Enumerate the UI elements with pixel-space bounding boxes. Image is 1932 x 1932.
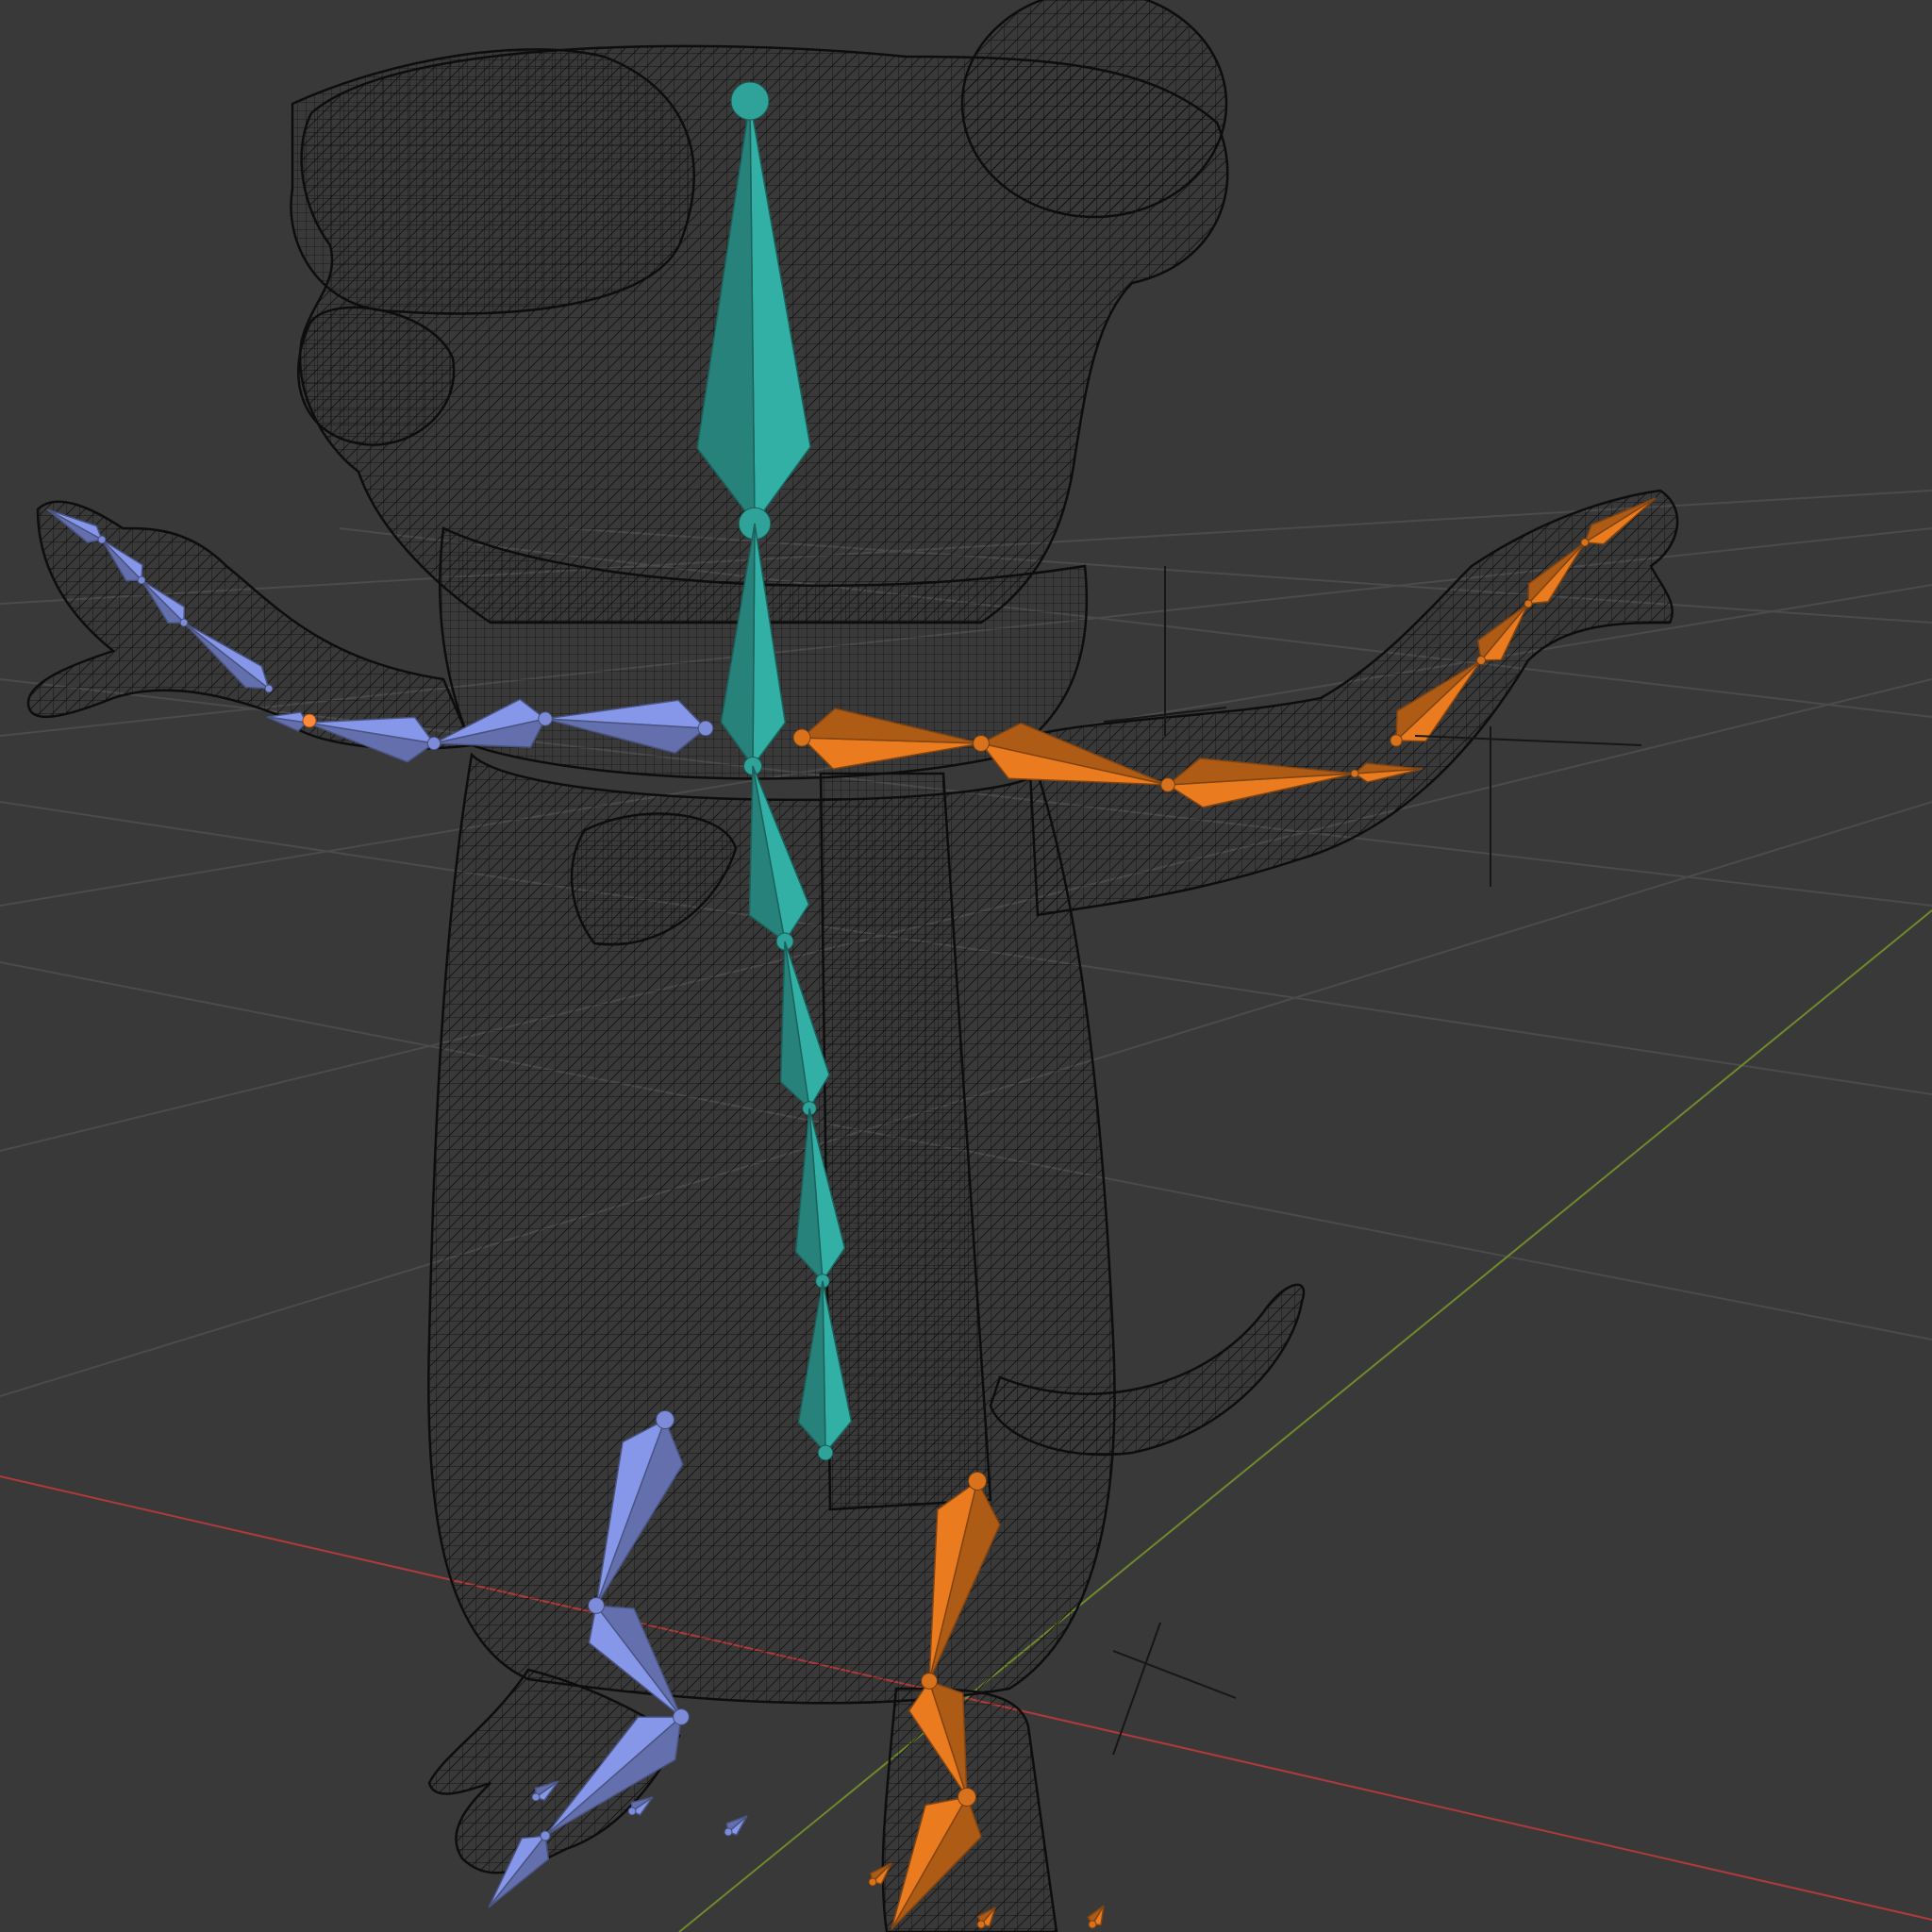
mesh-hat [290,48,695,315]
forearm-left-head-joint[interactable] [538,711,553,726]
shin-left-head-joint[interactable] [588,1597,605,1614]
finger-left-3-head-joint[interactable] [137,575,146,585]
upper-arm-right-head-joint[interactable] [792,728,811,747]
toe-right-c[interactable] [1087,1905,1105,1929]
mesh-right-arm [1026,489,1679,917]
toe-left-c-head-joint[interactable] [724,1827,733,1837]
spine-bone-6-head-joint[interactable] [817,1444,834,1461]
thigh-left-head-joint[interactable] [655,1409,675,1430]
finger-left-1-head-joint[interactable] [264,684,274,693]
hand-left-head-joint[interactable] [426,736,441,751]
toe-right-a-head-joint[interactable] [868,1877,877,1887]
hand-right-head-joint[interactable] [1160,777,1175,792]
toe-left-b-head-joint[interactable] [627,1807,637,1816]
head-tip-joint[interactable] [730,81,770,121]
mesh-ear [960,0,1228,219]
finger-right-3-head-joint[interactable] [1524,599,1533,608]
3d-viewport[interactable] [0,0,1932,1932]
wrist-right-head-joint[interactable] [1350,769,1359,778]
toe-left-c[interactable] [724,1815,748,1837]
forearm-right-head-joint[interactable] [973,735,990,752]
finger-left-2-head-joint[interactable] [179,618,189,627]
selected-joint-marker[interactable] [302,713,317,728]
toe-right-b-head-joint[interactable] [976,1920,986,1929]
toe-left-a-head-joint[interactable] [531,1792,541,1802]
toe-left-head-joint[interactable] [540,1830,551,1841]
finger-right-2-head-joint[interactable] [1476,656,1486,665]
foot-left-head-joint[interactable] [673,1708,690,1725]
thigh-right-head-joint[interactable] [967,1471,988,1491]
character-mesh[interactable] [26,0,1679,1932]
finger-right-4-head-joint[interactable] [1580,538,1590,547]
finger-left-4-head-joint[interactable] [97,535,107,544]
foot-right-head-joint[interactable] [957,1787,977,1807]
toe-right-c-head-joint[interactable] [1088,1920,1097,1929]
shin-right-head-joint[interactable] [921,1673,938,1690]
upper-arm-left-head-joint[interactable] [697,720,714,737]
finger-right-1-head-joint[interactable] [1390,734,1403,747]
